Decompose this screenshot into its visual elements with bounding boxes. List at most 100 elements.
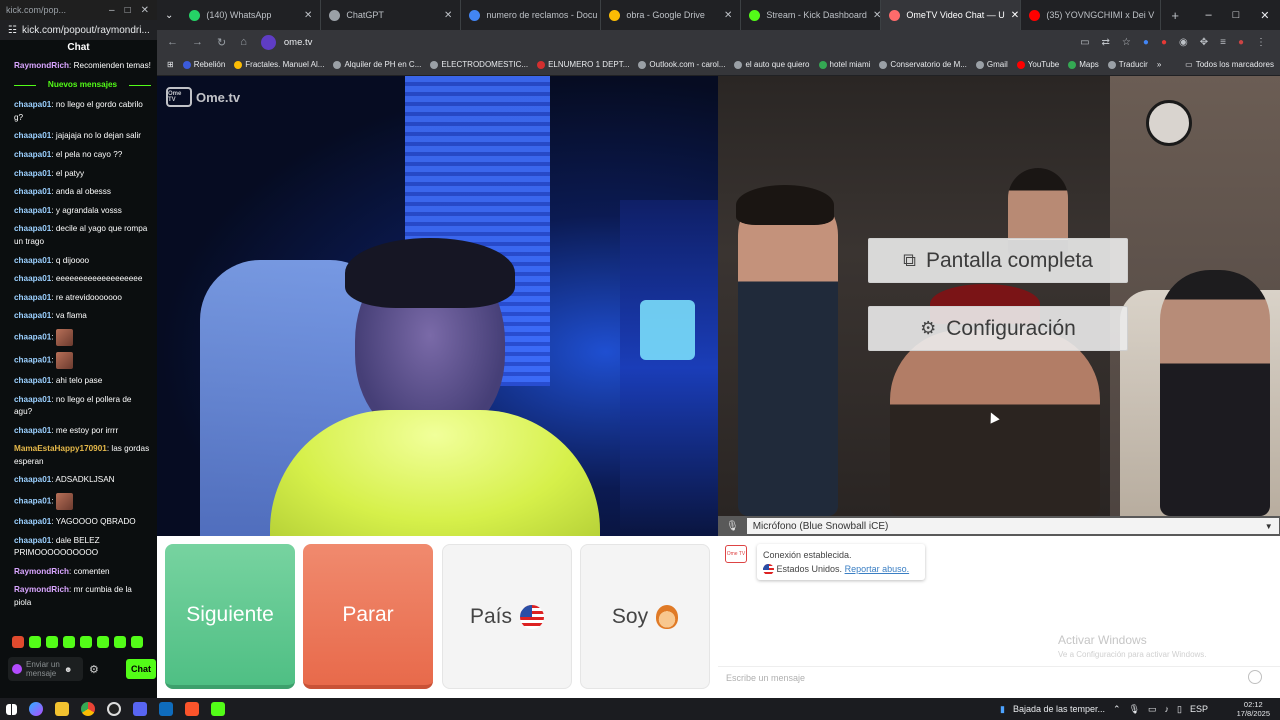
- chat-username[interactable]: RaymondRich: [14, 567, 69, 576]
- back-icon[interactable]: ←: [167, 36, 178, 48]
- address-bar[interactable]: ome.tv: [260, 32, 312, 52]
- menu-icon[interactable]: ⋮: [1256, 37, 1266, 48]
- tray-chevron-icon[interactable]: ⌃: [1113, 704, 1121, 715]
- brave-icon[interactable]: [185, 702, 199, 716]
- chat-username[interactable]: RaymondRich: [14, 61, 69, 70]
- chat-username[interactable]: chaapa01: [14, 150, 51, 159]
- chat-username[interactable]: chaapa01: [14, 274, 51, 283]
- emote-icon[interactable]: [131, 636, 143, 648]
- forward-icon[interactable]: →: [192, 36, 203, 48]
- network-icon[interactable]: ▭: [1148, 704, 1157, 715]
- chat-username[interactable]: MamaEstaHappy170901: [14, 444, 107, 453]
- emoji-icon[interactable]: ☻: [64, 665, 72, 674]
- weather-text[interactable]: Bajada de las temper...: [1013, 704, 1105, 714]
- microphone-icon[interactable]: 🎙: [1129, 704, 1140, 715]
- close-tab-icon[interactable]: ✕: [444, 10, 452, 21]
- weather-icon[interactable]: ▮: [1000, 704, 1005, 715]
- chat-username[interactable]: chaapa01: [14, 517, 51, 526]
- apps-icon[interactable]: ⊞: [167, 60, 174, 69]
- maximize-icon[interactable]: □: [1233, 9, 1240, 21]
- kick-app-icon[interactable]: [211, 702, 225, 716]
- outlook-icon[interactable]: [159, 702, 173, 716]
- new-tab-icon[interactable]: +: [1161, 8, 1189, 23]
- bookmark-item[interactable]: Outlook.com - carol...: [638, 60, 725, 69]
- chat-username[interactable]: chaapa01: [14, 256, 51, 265]
- extension-icon[interactable]: ●: [1143, 37, 1149, 48]
- chat-username[interactable]: chaapa01: [14, 426, 51, 435]
- emote-icon[interactable]: [97, 636, 109, 648]
- minimize-icon[interactable]: –: [1206, 9, 1212, 21]
- translate-icon[interactable]: ⇄: [1102, 37, 1110, 48]
- close-tab-icon[interactable]: ✕: [873, 10, 880, 21]
- taskbar-clock[interactable]: 02:12 17/8/2025: [1237, 700, 1280, 718]
- chat-username[interactable]: chaapa01: [14, 169, 51, 178]
- chat-settings-icon[interactable]: ⚙: [89, 663, 99, 676]
- chat-username[interactable]: chaapa01: [14, 100, 51, 109]
- browser-tab[interactable]: (140) WhatsApp ✕: [181, 0, 322, 30]
- stop-button[interactable]: Parar: [303, 544, 433, 689]
- settings-button[interactable]: ⚙ Configuración: [868, 306, 1128, 351]
- emote-bar[interactable]: [12, 636, 152, 650]
- bookmark-item[interactable]: Conservatorio de M...: [879, 60, 967, 69]
- close-tab-icon[interactable]: ✕: [1011, 10, 1019, 21]
- home-icon[interactable]: ⌂: [240, 36, 247, 48]
- microphone-select[interactable]: Micrófono (Blue Snowball iCE) ▼: [746, 518, 1279, 534]
- close-icon[interactable]: ✕: [1260, 9, 1269, 22]
- tab-search-icon[interactable]: ⌄: [157, 10, 181, 21]
- fullscreen-button[interactable]: ⧉ Pantalla completa: [868, 238, 1128, 283]
- bookmark-item[interactable]: Rebelión: [182, 60, 225, 69]
- chat-message-input[interactable]: Enviar un mensaje ☻: [8, 657, 83, 681]
- browser-tab[interactable]: Stream - Kick Dashboard ✕: [741, 0, 882, 30]
- site-settings-icon[interactable]: ☷: [8, 25, 17, 36]
- profile-avatar[interactable]: ●: [1238, 37, 1244, 48]
- chat-username[interactable]: chaapa01: [14, 395, 51, 404]
- message-input[interactable]: Escribe un mensaje: [718, 666, 1280, 688]
- language-indicator[interactable]: ESP: [1190, 704, 1208, 714]
- country-button[interactable]: País: [442, 544, 572, 689]
- chat-send-button[interactable]: Chat: [126, 659, 156, 679]
- close-icon[interactable]: ✕: [141, 5, 149, 16]
- chat-username[interactable]: chaapa01: [14, 206, 51, 215]
- emote-icon[interactable]: [46, 636, 58, 648]
- bookmark-item[interactable]: Fractales. Manuel Al...: [234, 60, 324, 69]
- maximize-icon[interactable]: □: [125, 5, 131, 16]
- emote-icon[interactable]: [29, 636, 41, 648]
- bookmark-item[interactable]: ELNUMERO 1 DEPT...: [537, 60, 629, 69]
- bookmark-item[interactable]: YouTube: [1016, 60, 1059, 69]
- volume-icon[interactable]: ♪: [1165, 704, 1170, 714]
- chat-username[interactable]: RaymondRich: [14, 585, 69, 594]
- battery-icon[interactable]: ▯: [1177, 704, 1182, 715]
- chat-username[interactable]: chaapa01: [14, 224, 51, 233]
- discord-icon[interactable]: [133, 702, 147, 716]
- windows-start-icon[interactable]: [6, 703, 17, 715]
- emote-icon[interactable]: [80, 636, 92, 648]
- bookmark-item[interactable]: el auto que quiero: [734, 60, 810, 69]
- browser-tab[interactable]: obra - Google Drive ✕: [601, 0, 742, 30]
- cast-icon[interactable]: ▭: [1080, 37, 1089, 48]
- chat-username[interactable]: chaapa01: [14, 536, 51, 545]
- emote-icon[interactable]: [63, 636, 75, 648]
- emote-icon[interactable]: [12, 636, 24, 648]
- browser-tab[interactable]: (35) YOVNGCHIMI x Dei V✕: [1021, 0, 1162, 30]
- extensions-puzzle-icon[interactable]: ✥: [1200, 37, 1208, 48]
- gender-button[interactable]: Soy: [580, 544, 710, 689]
- browser-tab[interactable]: OmeTV Video Chat — U ✕: [881, 0, 1022, 30]
- chrome-icon[interactable]: [81, 702, 95, 716]
- chat-username[interactable]: chaapa01: [14, 497, 51, 506]
- close-tab-icon[interactable]: ✕: [304, 10, 312, 21]
- chat-username[interactable]: chaapa01: [14, 376, 51, 385]
- reading-list-icon[interactable]: ≡: [1220, 37, 1226, 48]
- obs-icon[interactable]: [107, 702, 121, 716]
- emote-icon[interactable]: [114, 636, 126, 648]
- reload-icon[interactable]: ↻: [217, 36, 226, 49]
- extension-icon[interactable]: ●: [1161, 37, 1167, 48]
- browser-tab[interactable]: ChatGPT ✕: [321, 0, 462, 30]
- chat-username[interactable]: chaapa01: [14, 475, 51, 484]
- chat-url-bar[interactable]: ☷ kick.com/popout/raymondri...: [0, 20, 157, 40]
- browser-tab[interactable]: numero de reclamos - Docu✕: [461, 0, 602, 30]
- bookmark-item[interactable]: Traducir: [1107, 60, 1148, 69]
- chat-username[interactable]: chaapa01: [14, 187, 51, 196]
- file-explorer-icon[interactable]: [55, 702, 69, 716]
- bookmark-star-icon[interactable]: ☆: [1122, 37, 1131, 48]
- close-tab-icon[interactable]: ✕: [724, 10, 732, 21]
